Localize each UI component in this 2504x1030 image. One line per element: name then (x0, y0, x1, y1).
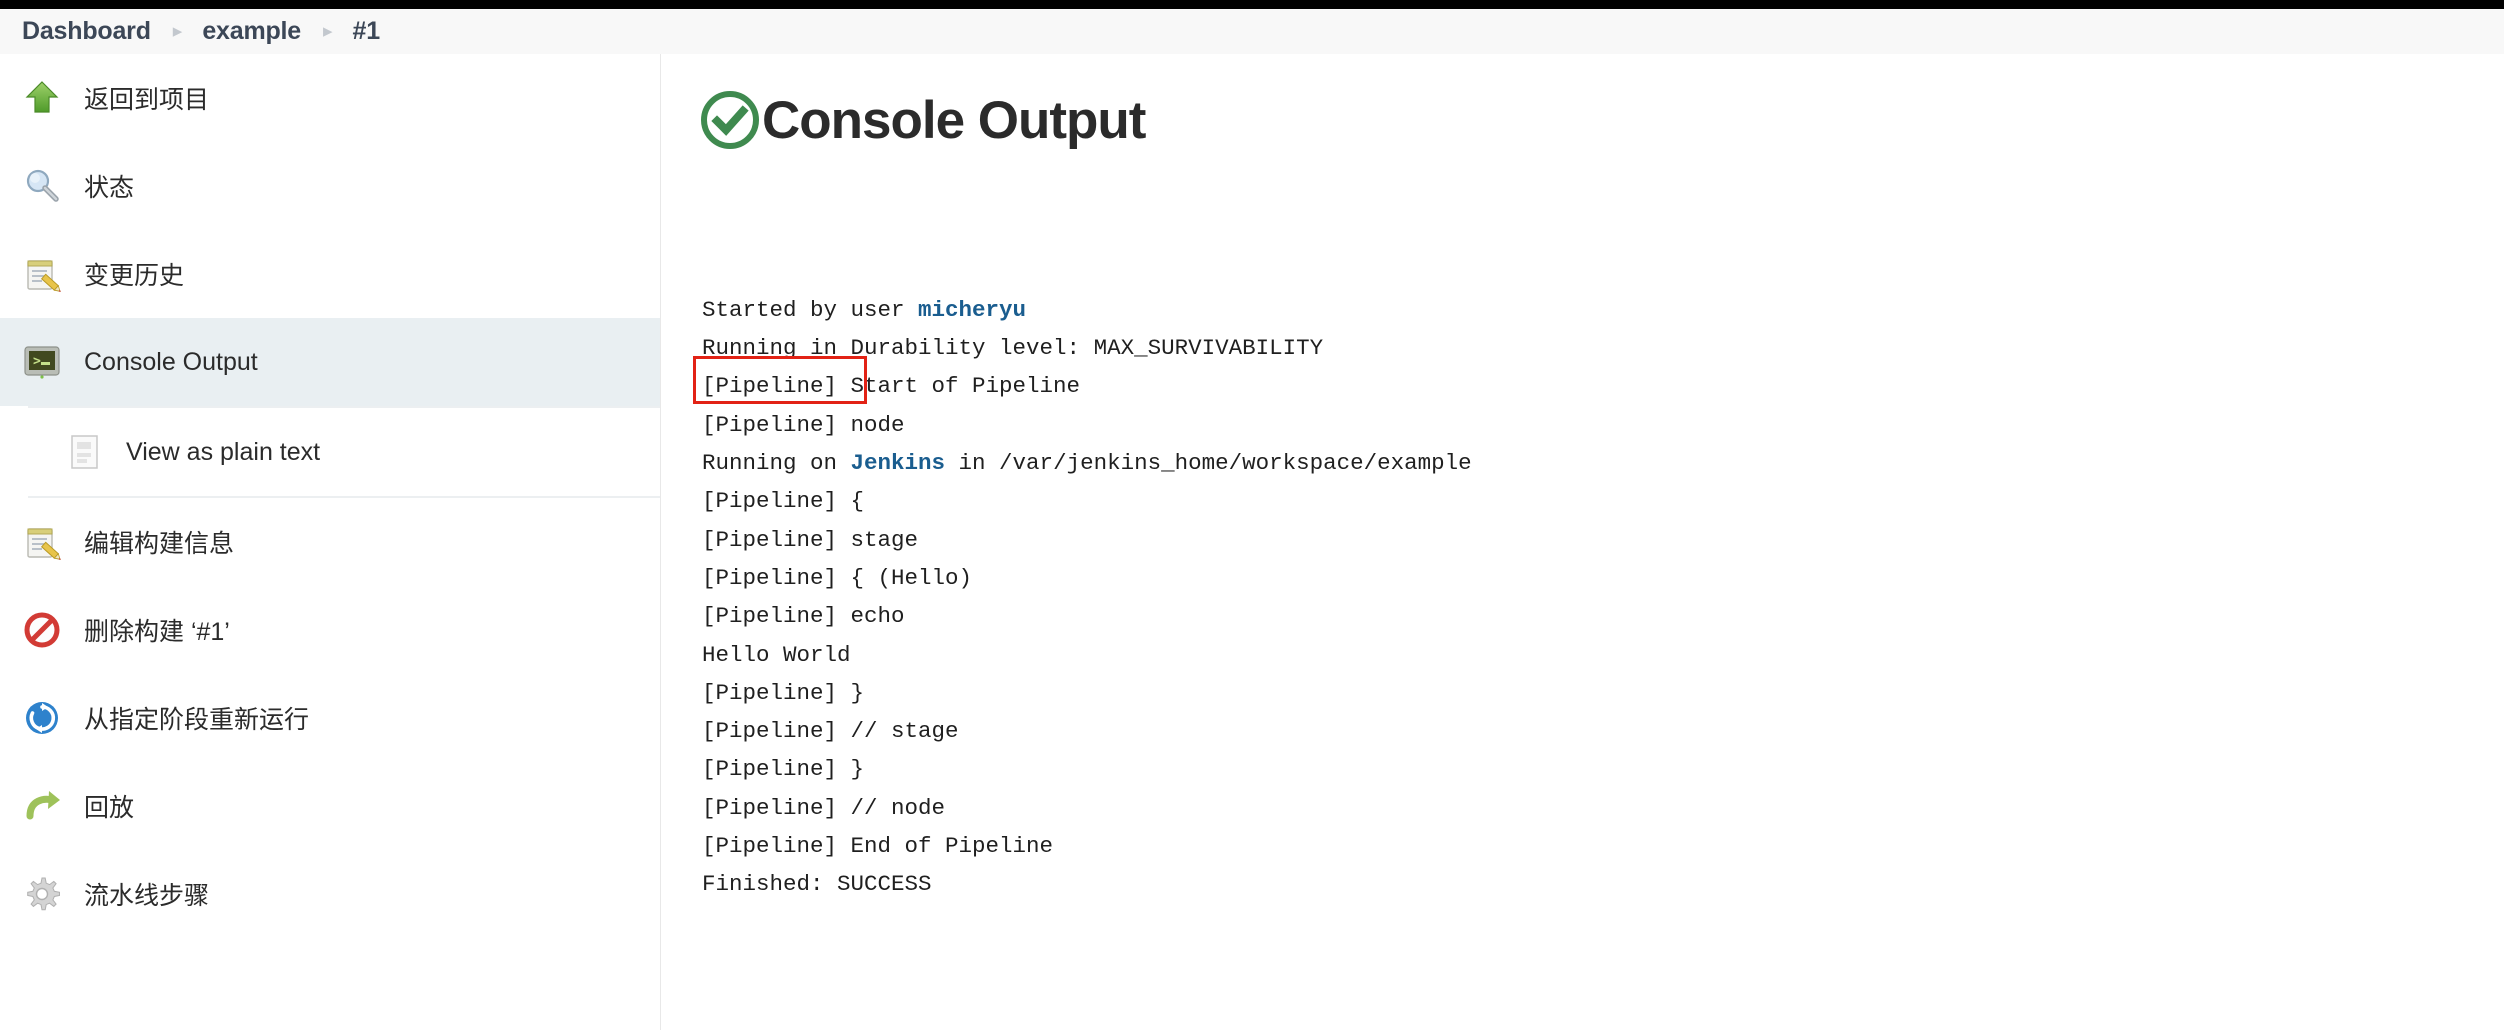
sidebar-item-6[interactable]: 编辑构建信息 (0, 498, 660, 586)
sidebar-item-label: 状态 (84, 174, 135, 202)
replay-arrow-icon (22, 786, 62, 826)
main-panel: Console Output Started by user micheryu R… (662, 54, 2504, 1030)
page-content: 返回到项目 状态 变更历史 > Console Output View as p… (0, 54, 2504, 1030)
console-text: [Pipeline] // node (702, 794, 946, 821)
console-text: Running in Durability level: MAX_SURVIVA… (702, 335, 1324, 362)
sidebar-item-1[interactable]: 返回到项目 (0, 54, 660, 142)
sidebar-item-label: 变更历史 (84, 262, 185, 290)
breadcrumb-item-1[interactable]: Dashboard (22, 17, 151, 46)
top-black-strip (0, 0, 2504, 9)
document-icon (68, 432, 102, 472)
console-line: [Pipeline] { (Hello) (702, 559, 2504, 597)
sidebar-item-7[interactable]: 删除构建 ‘#1’ (0, 586, 660, 674)
sidebar-item-9[interactable]: 回放 (0, 762, 660, 850)
page-header: Console Output (692, 88, 2504, 152)
sidebar-item-label: 流水线步骤 (84, 882, 210, 910)
sidebar-item-label: 回放 (84, 794, 135, 822)
console-line: [Pipeline] echo (702, 597, 2504, 635)
console-output-log: Started by user micheryu Running in Durab… (693, 176, 2504, 904)
sidebar-item-label: View as plain text (126, 437, 321, 466)
console-text: [Pipeline] { (Hello) (702, 564, 973, 591)
console-line: Finished: SUCCESS (702, 865, 2504, 903)
console-text: [Pipeline] { (702, 488, 865, 515)
console-text: [Pipeline] End of Pipeline (702, 833, 1054, 860)
magnifier-icon (22, 166, 62, 206)
console-line: [Pipeline] Start of Pipeline (702, 367, 2504, 405)
console-line: [Pipeline] // node (702, 789, 2504, 827)
console-text: [Pipeline] // stage (702, 718, 959, 745)
sidebar-item-5[interactable]: View as plain text (0, 408, 660, 496)
breadcrumb-separator-icon: ▸ (172, 21, 183, 42)
restart-circle-icon (22, 698, 62, 738)
notepad-pencil-icon (22, 522, 62, 562)
console-line: Started by user micheryu (702, 291, 2504, 329)
sidebar-item-3[interactable]: 变更历史 (0, 230, 660, 318)
notepad-pencil-icon (22, 254, 62, 294)
breadcrumb-item-3[interactable]: #1 (353, 17, 381, 46)
sidebar-item-label: 返回到项目 (84, 86, 210, 114)
console-line: Hello World (702, 636, 2504, 674)
console-text: [Pipeline] echo (702, 603, 905, 630)
gear-icon (22, 874, 62, 914)
console-line: [Pipeline] node (702, 406, 2504, 444)
console-link[interactable]: micheryu (918, 297, 1026, 323)
console-text: in /var/jenkins_home/workspace/example (945, 450, 1472, 477)
breadcrumb: Dashboard ▸ example ▸ #1 (0, 9, 2504, 54)
up-arrow-icon (22, 78, 62, 118)
console-text: [Pipeline] Start of Pipeline (702, 373, 1081, 400)
console-line: [Pipeline] { (702, 482, 2504, 520)
console-text: [Pipeline] stage (702, 526, 919, 553)
sidebar-item-label: Console Output (84, 347, 258, 376)
terminal-icon: > (22, 342, 62, 382)
console-line: [Pipeline] stage (702, 521, 2504, 559)
console-line: [Pipeline] } (702, 674, 2504, 712)
console-text: [Pipeline] } (702, 679, 865, 706)
svg-text:>: > (33, 354, 41, 369)
console-text: Started by user (702, 296, 919, 323)
sidebar: 返回到项目 状态 变更历史 > Console Output View as p… (0, 54, 661, 1030)
console-text: [Pipeline] } (702, 756, 865, 783)
success-check-icon (698, 88, 762, 152)
sidebar-item-10[interactable]: 流水线步骤 (0, 850, 660, 938)
console-link[interactable]: Jenkins (851, 450, 946, 476)
console-line: [Pipeline] // stage (702, 712, 2504, 750)
console-line: [Pipeline] End of Pipeline (702, 827, 2504, 865)
console-text: Finished: SUCCESS (702, 871, 932, 898)
sidebar-item-label: 从指定阶段重新运行 (84, 706, 310, 734)
console-line: Running in Durability level: MAX_SURVIVA… (702, 329, 2504, 367)
sidebar-item-2[interactable]: 状态 (0, 142, 660, 230)
breadcrumb-item-2[interactable]: example (202, 17, 301, 46)
console-text: Running on (702, 450, 851, 477)
console-text: Hello World (702, 641, 851, 668)
console-line: [Pipeline] } (702, 750, 2504, 788)
console-line: Running on Jenkins in /var/jenkins_home/… (702, 444, 2504, 482)
breadcrumb-separator-icon: ▸ (323, 21, 333, 42)
no-entry-icon (22, 610, 62, 650)
page-title: Console Output (762, 90, 1146, 150)
sidebar-item-label: 编辑构建信息 (84, 530, 235, 558)
sidebar-item-8[interactable]: 从指定阶段重新运行 (0, 674, 660, 762)
jenkins-build-console-page: Dashboard ▸ example ▸ #1 返回到项目 状态 变更历史 >… (0, 0, 2504, 1030)
sidebar-item-label: 删除构建 ‘#1’ (84, 618, 230, 646)
sidebar-item-4[interactable]: > Console Output (0, 318, 660, 406)
console-text: [Pipeline] node (702, 411, 905, 438)
